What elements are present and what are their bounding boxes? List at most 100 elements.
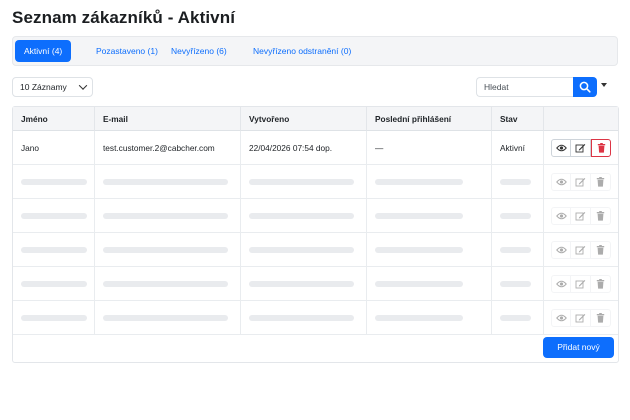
column-header-status[interactable]: Stav bbox=[492, 107, 544, 131]
delete-button bbox=[591, 173, 611, 191]
skeleton-bar bbox=[375, 247, 463, 253]
chevron-down-icon bbox=[78, 81, 88, 90]
skeleton-bar bbox=[500, 213, 531, 219]
skeleton-bar bbox=[375, 315, 463, 321]
placeholder-cell bbox=[492, 165, 544, 199]
tab-pending[interactable]: Nevyřízeno (6) bbox=[162, 40, 236, 62]
search-button[interactable] bbox=[573, 77, 597, 97]
placeholder-cell bbox=[367, 301, 492, 335]
edit-button bbox=[571, 241, 591, 259]
placeholder-cell bbox=[13, 301, 95, 335]
placeholder-cell bbox=[492, 301, 544, 335]
row-actions bbox=[551, 139, 611, 157]
view-button bbox=[551, 275, 571, 293]
placeholder-cell bbox=[241, 233, 367, 267]
placeholder-cell bbox=[492, 199, 544, 233]
column-header-email[interactable]: E-mail bbox=[95, 107, 241, 131]
skeleton-bar bbox=[21, 179, 87, 185]
search-input[interactable] bbox=[476, 77, 573, 97]
placeholder-cell bbox=[13, 165, 95, 199]
view-button bbox=[551, 207, 571, 225]
placeholder-cell bbox=[13, 267, 95, 301]
eye-icon bbox=[556, 178, 567, 186]
column-header-created[interactable]: Vytvořeno bbox=[241, 107, 367, 131]
view-button bbox=[551, 309, 571, 327]
column-header-last-login[interactable]: Poslední přihlášení bbox=[367, 107, 492, 131]
cell-name: Jano bbox=[13, 131, 95, 165]
eye-icon bbox=[556, 212, 567, 220]
cell-last-login: — bbox=[367, 131, 492, 165]
skeleton-bar bbox=[21, 213, 87, 219]
row-actions bbox=[551, 241, 611, 259]
tab-pending-removal[interactable]: Nevyřízeno odstranění (0) bbox=[244, 40, 360, 62]
skeleton-bar bbox=[249, 179, 354, 185]
edit-button[interactable] bbox=[571, 139, 591, 157]
placeholder-cell bbox=[95, 165, 241, 199]
placeholder-row bbox=[13, 199, 618, 233]
row-actions bbox=[551, 207, 611, 225]
page-size-select[interactable]: 10 Záznamy bbox=[12, 77, 93, 97]
skeleton-bar bbox=[500, 179, 531, 185]
placeholder-cell bbox=[13, 233, 95, 267]
placeholder-cell bbox=[241, 267, 367, 301]
add-new-button[interactable]: Přidat nový bbox=[543, 337, 614, 358]
view-button[interactable] bbox=[551, 139, 571, 157]
skeleton-bar bbox=[500, 247, 531, 253]
placeholder-cell bbox=[241, 165, 367, 199]
placeholder-cell bbox=[95, 199, 241, 233]
tab-suspended[interactable]: Pozastaveno (1) bbox=[87, 40, 167, 62]
skeleton-bar bbox=[249, 315, 354, 321]
edit-button bbox=[571, 309, 591, 327]
search-options-caret-icon[interactable] bbox=[601, 83, 607, 87]
placeholder-cell bbox=[492, 267, 544, 301]
view-button bbox=[551, 173, 571, 191]
cell-created: 22/04/2026 07:54 dop. bbox=[241, 131, 367, 165]
skeleton-bar bbox=[103, 281, 228, 287]
placeholder-row bbox=[13, 165, 618, 199]
placeholder-cell bbox=[241, 301, 367, 335]
delete-button bbox=[591, 241, 611, 259]
eye-icon bbox=[556, 314, 567, 322]
column-header-actions bbox=[544, 107, 618, 131]
edit-button bbox=[571, 173, 591, 191]
column-header-name[interactable]: Jméno bbox=[13, 107, 95, 131]
skeleton-bar bbox=[21, 315, 87, 321]
edit-button bbox=[571, 207, 591, 225]
row-actions bbox=[551, 309, 611, 327]
skeleton-bar bbox=[375, 179, 463, 185]
placeholder-cell bbox=[367, 267, 492, 301]
placeholder-cell bbox=[95, 301, 241, 335]
tab-active[interactable]: Aktivní (4) bbox=[15, 40, 72, 62]
trash-icon bbox=[597, 143, 606, 153]
skeleton-bar bbox=[249, 247, 354, 253]
trash-icon bbox=[596, 313, 605, 323]
placeholder-cell bbox=[367, 165, 492, 199]
search-icon bbox=[579, 81, 591, 93]
delete-button[interactable] bbox=[591, 139, 611, 157]
eye-icon bbox=[556, 144, 567, 152]
skeleton-bar bbox=[103, 247, 228, 253]
row-actions bbox=[551, 275, 611, 293]
view-button bbox=[551, 241, 571, 259]
placeholder-cell bbox=[492, 233, 544, 267]
status-tabs: Aktivní (4) Pozastaveno (1) Nevyřízeno (… bbox=[12, 36, 618, 66]
customers-table: Jméno E-mail Vytvořeno Poslední přihláše… bbox=[12, 106, 619, 363]
trash-icon bbox=[596, 211, 605, 221]
delete-button bbox=[591, 207, 611, 225]
eye-icon bbox=[556, 280, 567, 288]
delete-button bbox=[591, 275, 611, 293]
skeleton-bar bbox=[21, 247, 87, 253]
placeholder-cell bbox=[95, 233, 241, 267]
edit-icon bbox=[575, 212, 586, 221]
cell-status: Aktivní bbox=[492, 131, 544, 165]
placeholder-cell bbox=[241, 199, 367, 233]
trash-icon bbox=[596, 279, 605, 289]
placeholder-cell bbox=[367, 199, 492, 233]
table-row: Jano test.customer.2@cabcher.com 22/04/2… bbox=[13, 131, 618, 165]
cell-email: test.customer.2@cabcher.com bbox=[95, 131, 241, 165]
placeholder-cell bbox=[95, 267, 241, 301]
trash-icon bbox=[596, 177, 605, 187]
edit-icon bbox=[575, 178, 586, 187]
page-title: Seznam zákazníků - Aktivní bbox=[12, 8, 236, 27]
edit-icon bbox=[575, 280, 586, 289]
